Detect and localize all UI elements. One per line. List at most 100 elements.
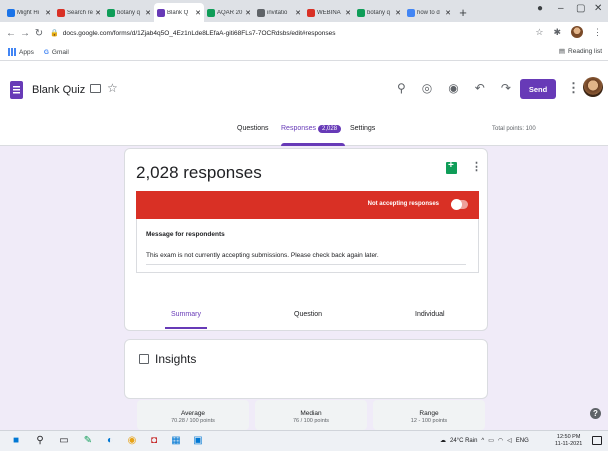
responses-menu-icon[interactable]: ⋮ xyxy=(471,160,482,173)
close-icon[interactable]: ✕ xyxy=(245,9,251,17)
store-icon[interactable]: ▦ xyxy=(170,435,182,447)
edge-icon[interactable]: ◐ xyxy=(104,435,116,447)
volume-icon[interactable]: ◁ xyxy=(507,437,512,444)
browser-tab[interactable]: botany q ✕ xyxy=(104,3,154,22)
addons-icon[interactable]: ⚲ xyxy=(397,81,406,95)
profile-icon[interactable]: ● xyxy=(537,3,543,14)
window-close-icon[interactable]: ✕ xyxy=(594,3,602,14)
forms-logo-icon[interactable] xyxy=(10,81,23,99)
tab-settings[interactable]: Settings xyxy=(350,125,375,132)
folder-icon[interactable] xyxy=(90,84,101,93)
close-icon[interactable]: ✕ xyxy=(195,9,201,17)
form-tabs: Questions Responses 2,028 Settings Total … xyxy=(0,119,608,146)
network-icon[interactable]: ▭ xyxy=(488,437,494,444)
tab-label: invitatio xyxy=(267,9,288,16)
forms-header: Blank Quiz ☆ ⚲ ◎ ◉ ↶ ↷ Send ⋮ Questions … xyxy=(0,61,608,146)
more-options-icon[interactable]: ⋮ xyxy=(567,80,580,96)
reload-icon[interactable]: ↻ xyxy=(32,28,46,39)
reading-list[interactable]: ▤ Reading list xyxy=(559,47,602,56)
close-icon[interactable]: ✕ xyxy=(95,9,101,17)
browser-tab[interactable]: how to d ✕ xyxy=(404,3,454,22)
back-icon[interactable]: ← xyxy=(4,28,18,39)
photos-icon[interactable]: ▣ xyxy=(192,435,204,447)
message-label: Message for respondents xyxy=(146,231,225,238)
windows-start-icon[interactable]: ■ xyxy=(10,435,22,447)
close-icon[interactable]: ✕ xyxy=(295,9,301,17)
tray-chevron-icon[interactable]: ^ xyxy=(481,438,484,444)
avatar[interactable] xyxy=(583,77,603,97)
clock-date: 11-11-2021 xyxy=(555,441,583,447)
notifications-icon[interactable] xyxy=(592,436,602,445)
bookmark-apps[interactable]: Apps xyxy=(8,48,34,56)
insights-card: Insights xyxy=(124,339,488,399)
language-indicator[interactable]: ENG xyxy=(516,438,529,444)
weather-icon: ☁ xyxy=(440,438,446,444)
chrome-icon[interactable]: ◉ xyxy=(126,435,138,447)
message-box: Message for respondents This exam is not… xyxy=(136,219,479,273)
profile-avatar[interactable] xyxy=(571,26,583,38)
tab-responses[interactable]: Responses 2,028 xyxy=(281,125,342,133)
tab-label: Blank Q xyxy=(167,9,189,16)
maximize-icon[interactable]: ▢ xyxy=(576,3,585,14)
redo-icon[interactable]: ↷ xyxy=(501,81,511,95)
close-icon[interactable]: ✕ xyxy=(345,9,351,17)
task-view-icon[interactable]: ▭ xyxy=(58,435,70,447)
wifi-icon[interactable]: ◠ xyxy=(498,437,503,444)
accepting-responses-toggle[interactable] xyxy=(451,199,468,210)
bookmark-label: Gmail xyxy=(51,48,69,56)
total-points: Total points: 100 xyxy=(492,126,536,132)
close-icon[interactable]: ✕ xyxy=(445,9,451,17)
tab-questions[interactable]: Questions xyxy=(237,125,269,132)
tab-summary[interactable]: Summary xyxy=(171,311,201,318)
bookmark-gmail[interactable]: G Gmail xyxy=(44,49,69,56)
weather-text[interactable]: 24°C Rain xyxy=(450,438,477,444)
bookmark-star-icon[interactable]: ☆ xyxy=(535,27,543,38)
preview-eye-icon[interactable]: ◉ xyxy=(448,81,458,95)
palette-icon[interactable]: ◎ xyxy=(422,81,432,95)
undo-icon[interactable]: ↶ xyxy=(475,81,485,95)
google-icon xyxy=(407,8,415,17)
tab-label: WEBINA xyxy=(317,9,341,16)
close-icon[interactable]: ✕ xyxy=(395,9,401,17)
browser-tab[interactable]: Might Hi ✕ xyxy=(4,3,54,22)
stat-median: Median 76 / 100 points xyxy=(255,400,367,430)
apps-grid-icon xyxy=(8,48,16,56)
forward-icon[interactable]: → xyxy=(18,28,32,39)
search-icon[interactable]: ⚲ xyxy=(34,435,46,447)
browser-tab[interactable]: invitatio ✕ xyxy=(254,3,304,22)
app-icon[interactable]: ✎ xyxy=(82,435,94,447)
stat-label: Range xyxy=(419,410,439,417)
stat-average: Average 70.28 / 100 points xyxy=(137,400,249,430)
form-title[interactable]: Blank Quiz xyxy=(32,84,85,96)
close-icon[interactable]: ✕ xyxy=(145,9,151,17)
url-field[interactable]: 🔒 docs.google.com/forms/d/1Zjab4q5O_4Ez1… xyxy=(50,26,550,40)
active-tab-indicator xyxy=(281,143,345,146)
message-input[interactable]: This exam is not currently accepting sub… xyxy=(146,252,379,259)
browser-tab[interactable]: botany q ✕ xyxy=(354,3,404,22)
browser-menu-icon[interactable]: ⋮ xyxy=(593,27,602,38)
sheets-icon[interactable] xyxy=(446,160,457,174)
browser-tab[interactable]: AQAR 20 ✕ xyxy=(204,3,254,22)
responses-title: 2,028 responses xyxy=(136,163,262,182)
minimize-icon[interactable]: – xyxy=(558,3,564,14)
help-icon[interactable]: ? xyxy=(590,408,601,419)
clock[interactable]: 12:50 PM 11-11-2021 xyxy=(555,434,582,448)
new-tab-button[interactable]: + xyxy=(454,3,472,22)
extensions-icon[interactable]: ✱ xyxy=(553,27,561,38)
insights-title: Insights xyxy=(155,352,197,366)
browser-tab-active[interactable]: Blank Q ✕ xyxy=(154,3,204,22)
address-bar: ← → ↻ 🔒 docs.google.com/forms/d/1Zjab4q5… xyxy=(0,22,608,44)
tab-individual[interactable]: Individual xyxy=(415,311,445,318)
forms-icon xyxy=(157,8,165,17)
close-icon[interactable]: ✕ xyxy=(45,9,51,17)
browser-tab[interactable]: WEBINA ✕ xyxy=(304,3,354,22)
star-icon[interactable]: ☆ xyxy=(107,81,118,95)
responses-count-badge: 2,028 xyxy=(318,125,342,133)
tab-favicon-icon xyxy=(7,8,15,17)
send-button[interactable]: Send xyxy=(520,79,556,99)
browser-tab[interactable]: Search re ✕ xyxy=(54,3,104,22)
taskbar: ■ ⚲ ▭ ✎ ◐ ◉ ◘ ▦ ▣ ☁ 24°C Rain ^ ▭ ◠ ◁ EN… xyxy=(0,430,608,451)
tab-question[interactable]: Question xyxy=(294,311,322,318)
mcafee-icon[interactable]: ◘ xyxy=(148,435,160,447)
tab-label: AQAR 20 xyxy=(217,9,243,16)
